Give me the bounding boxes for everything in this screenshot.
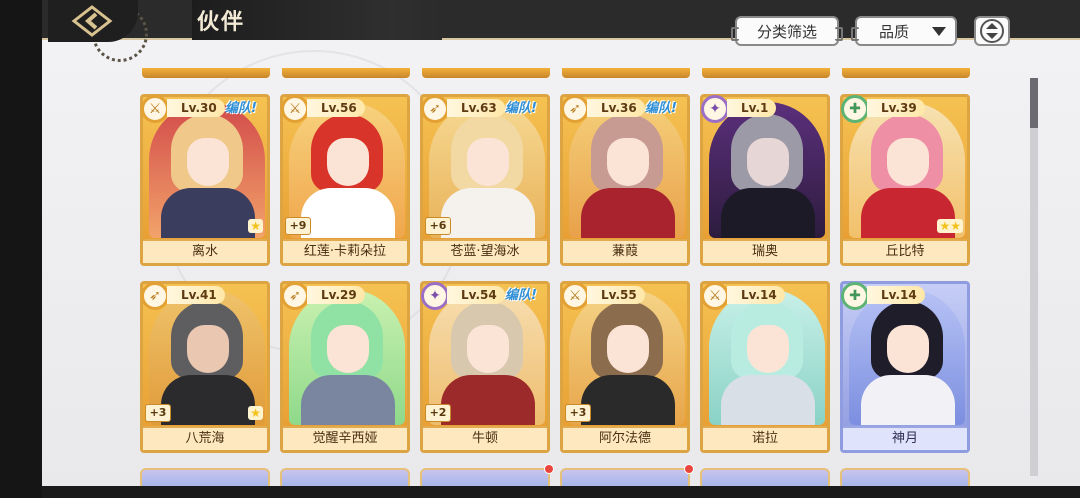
enhance-badge: +9 (285, 217, 311, 235)
partner-name: 牛顿 (423, 426, 547, 450)
partner-portrait (709, 289, 825, 425)
partner-name: 红莲·卡莉朵拉 (283, 239, 407, 263)
next-row-card[interactable] (140, 468, 270, 486)
enhance-badge: +6 (425, 217, 451, 235)
partner-name: 苍蓝·望海冰 (423, 239, 547, 263)
previous-row-card (422, 68, 550, 78)
bow-class-icon: ➶ (281, 282, 309, 310)
partner-level: Lv.54 (447, 286, 505, 304)
partner-card[interactable]: ✚ Lv.39 ★★ 丘比特 (840, 94, 970, 266)
scrollbar-thumb[interactable] (1030, 78, 1038, 128)
partner-card[interactable]: ⚔ Lv.56 +9 红莲·卡莉朵拉 (280, 94, 410, 266)
partner-card[interactable]: ➶ Lv.63 编队! +6 苍蓝·望海冰 (420, 94, 550, 266)
partner-name: 丘比特 (843, 239, 967, 263)
bow-class-icon: ➶ (141, 282, 169, 310)
previous-row-card (142, 68, 270, 78)
partner-card[interactable]: ➶ Lv.36 编队! 蒹葭 (560, 94, 690, 266)
previous-row-card (282, 68, 410, 78)
partner-level: Lv.36 (587, 99, 645, 117)
partner-name: 离水 (143, 239, 267, 263)
partner-card[interactable]: ⚔ Lv.14 诺拉 (700, 281, 830, 453)
dropdown-arrow-icon (932, 27, 946, 36)
partner-level: Lv.39 (867, 99, 925, 117)
page-title: 伙伴 (197, 9, 246, 35)
heal-class-icon: ✚ (841, 282, 869, 310)
left-edge (0, 0, 42, 498)
sort-arrows-icon (980, 19, 1004, 43)
partner-level: Lv.14 (727, 286, 785, 304)
next-row-card[interactable] (420, 468, 550, 486)
magic-class-icon: ✦ (421, 282, 449, 310)
partner-level: Lv.63 (447, 99, 505, 117)
partner-card[interactable]: ✚ Lv.14 神月 (840, 281, 970, 453)
scrollbar-track[interactable] (1030, 78, 1038, 476)
previous-row-card (842, 68, 970, 78)
previous-row-card (562, 68, 690, 78)
partner-card[interactable]: ✦ Lv.54 编队! +2 牛顿 (420, 281, 550, 453)
partner-portrait (849, 289, 965, 425)
partner-card[interactable]: ✦ Lv.1 瑞奥 (700, 94, 830, 266)
partner-portrait (849, 102, 965, 238)
team-tag: 编队! (645, 101, 677, 116)
partner-level: Lv.14 (867, 286, 925, 304)
partner-level: Lv.55 (587, 286, 645, 304)
quality-label: 品质 (879, 22, 910, 41)
previous-row-card (702, 68, 830, 78)
heal-class-icon: ✚ (841, 95, 869, 123)
next-row-card[interactable] (560, 468, 690, 486)
notification-dot (544, 464, 554, 474)
enhance-badge: +3 (145, 404, 171, 422)
partner-card[interactable]: ➶ Lv.41 +3 ★ 八荒海 (140, 281, 270, 453)
partner-portrait (569, 102, 685, 238)
partner-level: Lv.41 (167, 286, 225, 304)
partner-card[interactable]: ⚔ Lv.30 编队! ★ 离水 (140, 94, 270, 266)
partner-portrait (709, 102, 825, 238)
star-rating: ★ (248, 406, 263, 420)
partner-card[interactable]: ⚔ Lv.55 +3 阿尔法德 (560, 281, 690, 453)
sword-class-icon: ⚔ (701, 282, 729, 310)
bow-class-icon: ➶ (421, 95, 449, 123)
next-row-card[interactable] (280, 468, 410, 486)
category-filter-button[interactable]: 分类筛选 (731, 16, 843, 46)
partner-name: 诺拉 (703, 426, 827, 450)
next-row-card[interactable] (700, 468, 830, 486)
star-rating: ★ (248, 219, 263, 233)
category-filter-label: 分类筛选 (756, 22, 817, 41)
magic-class-icon: ✦ (701, 95, 729, 123)
back-button[interactable] (48, 0, 138, 42)
sword-class-icon: ⚔ (281, 95, 309, 123)
sword-class-icon: ⚔ (561, 282, 589, 310)
partner-portrait (149, 102, 265, 238)
enhance-badge: +3 (565, 404, 591, 422)
partner-name: 阿尔法德 (563, 426, 687, 450)
back-arrow-icon (71, 5, 113, 37)
partner-name: 八荒海 (143, 426, 267, 450)
star-rating: ★★ (937, 219, 963, 233)
team-tag: 编队! (225, 101, 257, 116)
partner-name: 神月 (843, 426, 967, 450)
bow-class-icon: ➶ (561, 95, 589, 123)
partner-name: 蒹葭 (563, 239, 687, 263)
team-tag: 编队! (505, 101, 537, 116)
bottom-edge (42, 486, 1080, 498)
enhance-badge: +2 (425, 404, 451, 422)
quality-dropdown[interactable]: 品质 (851, 16, 957, 46)
sort-order-button[interactable] (974, 16, 1010, 46)
partner-level: Lv.29 (307, 286, 365, 304)
team-tag: 编队! (505, 288, 537, 303)
partner-level: Lv.56 (307, 99, 365, 117)
next-row-card[interactable] (840, 468, 970, 486)
sword-class-icon: ⚔ (141, 95, 169, 123)
partner-name: 瑞奥 (703, 239, 827, 263)
notification-dot (684, 464, 694, 474)
partner-card[interactable]: ➶ Lv.29 觉醒辛西娅 (280, 281, 410, 453)
partner-name: 觉醒辛西娅 (283, 426, 407, 450)
partner-level: Lv.1 (727, 99, 777, 117)
partner-portrait (289, 289, 405, 425)
partner-level: Lv.30 (167, 99, 225, 117)
